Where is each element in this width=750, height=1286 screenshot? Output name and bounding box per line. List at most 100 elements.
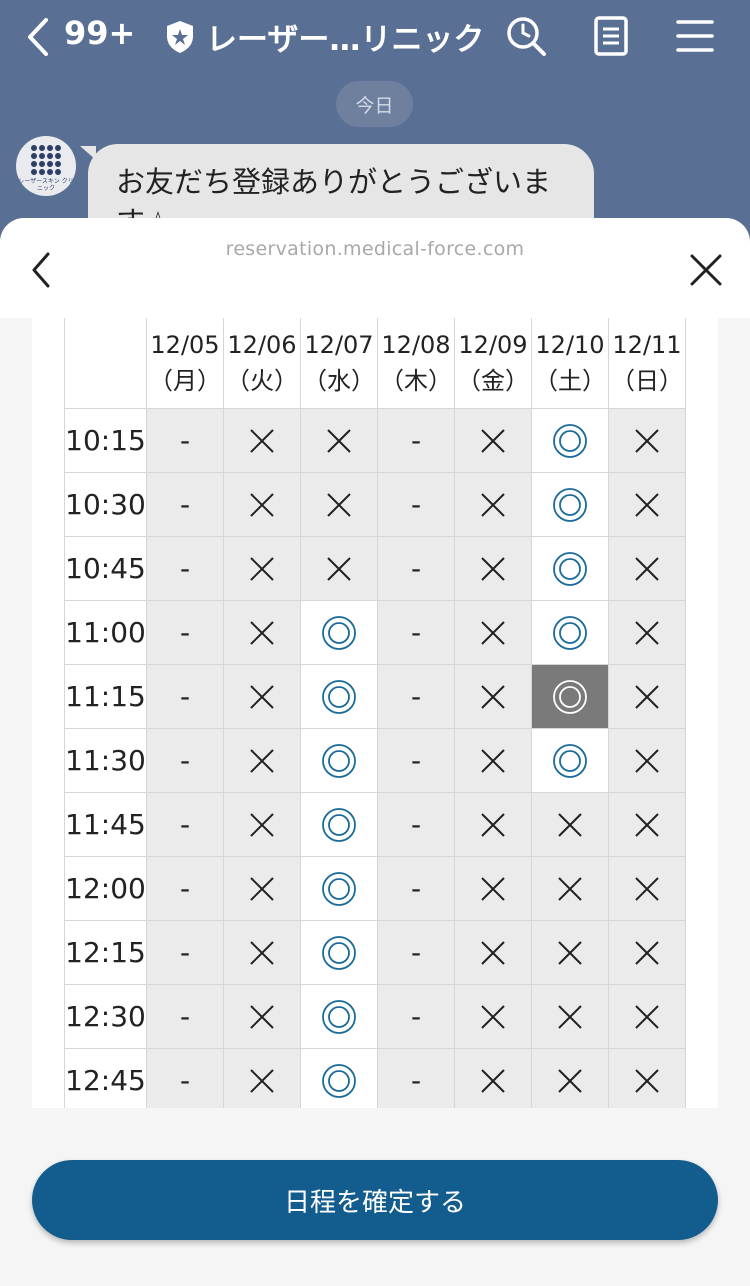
table-row: 11:45- - — [64, 792, 686, 857]
reservation-content[interactable]: 12/05 （月） 12/06 （火） 12/07 （水） 12/08 （木） 12/09 （金）… — [32, 318, 718, 1108]
url-label: reservation.medical-force.com — [225, 238, 525, 260]
table-row: 10:30- - — [64, 472, 686, 537]
slot-available[interactable] — [300, 792, 378, 857]
menu-icon[interactable] — [674, 14, 718, 58]
shield-icon — [167, 20, 193, 53]
day-weekday: （木） — [380, 367, 452, 395]
slot-available[interactable] — [300, 984, 378, 1049]
dash-mark: - — [410, 680, 422, 713]
search-icon[interactable] — [504, 14, 548, 58]
back-chevron-icon[interactable] — [22, 16, 56, 58]
slot-unavailable — [608, 536, 686, 601]
day-header: 12/07 （水） — [300, 318, 378, 409]
cross-icon — [250, 556, 274, 581]
cross-icon — [635, 684, 659, 709]
slot-closed: - — [377, 920, 455, 985]
slot-available[interactable] — [531, 728, 609, 793]
table-row: 12:45- - — [64, 1048, 686, 1108]
cross-icon — [327, 428, 351, 453]
slot-unavailable — [223, 600, 301, 665]
dash-mark: - — [179, 1000, 191, 1033]
dash-mark: - — [179, 616, 191, 649]
dash-mark: - — [410, 424, 422, 457]
dash-mark: - — [179, 872, 191, 905]
cross-icon — [250, 492, 274, 517]
dash-mark: - — [179, 552, 191, 585]
dash-mark: - — [179, 936, 191, 969]
logo-dots — [31, 145, 61, 175]
cross-icon — [481, 940, 505, 965]
slot-unavailable — [531, 856, 609, 921]
unread-count[interactable]: 99+ — [64, 14, 135, 52]
slot-closed: - — [377, 408, 455, 473]
slot-unavailable — [454, 920, 532, 985]
day-date: 12/09 — [458, 331, 528, 359]
slot-unavailable — [608, 792, 686, 857]
cross-icon — [635, 812, 659, 837]
time-label: 11:30 — [64, 728, 147, 793]
cross-icon — [635, 620, 659, 645]
avatar[interactable]: レーザースキン クリニック — [16, 136, 76, 196]
day-weekday: （月） — [149, 367, 221, 395]
slot-available[interactable] — [531, 472, 609, 537]
dash-mark: - — [410, 488, 422, 521]
slot-unavailable — [608, 728, 686, 793]
double-circle-icon — [553, 423, 587, 458]
slot-closed: - — [146, 536, 224, 601]
dash-mark: - — [410, 872, 422, 905]
slot-available[interactable] — [300, 1048, 378, 1108]
slot-available[interactable] — [300, 920, 378, 985]
slot-unavailable — [454, 792, 532, 857]
slot-available[interactable] — [300, 664, 378, 729]
table-row: 10:15- - — [64, 408, 686, 473]
cross-icon — [481, 492, 505, 517]
slot-unavailable — [454, 600, 532, 665]
slot-closed: - — [377, 856, 455, 921]
room-title-group[interactable]: レーザー…リニック — [166, 14, 484, 59]
slot-closed: - — [377, 600, 455, 665]
slot-closed: - — [377, 664, 455, 729]
slot-available[interactable] — [531, 408, 609, 473]
cross-icon — [635, 748, 659, 773]
slot-unavailable — [300, 536, 378, 601]
note-icon[interactable] — [590, 14, 634, 58]
slot-unavailable — [454, 984, 532, 1049]
slot-unavailable — [454, 472, 532, 537]
chat-header: 99+ レーザー…リニック — [0, 0, 750, 75]
slot-unavailable — [223, 728, 301, 793]
slot-available[interactable] — [531, 600, 609, 665]
double-circle-icon — [322, 743, 356, 778]
back-chevron-icon[interactable] — [26, 248, 56, 292]
day-date: 12/11 — [612, 331, 682, 359]
cross-icon — [481, 556, 505, 581]
slot-available[interactable] — [300, 728, 378, 793]
double-circle-icon — [553, 615, 587, 650]
slot-unavailable — [531, 984, 609, 1049]
slot-unavailable — [608, 856, 686, 921]
slot-selected[interactable] — [531, 664, 609, 729]
slot-closed: - — [377, 1048, 455, 1108]
close-icon[interactable] — [688, 252, 724, 288]
time-label: 11:15 — [64, 664, 147, 729]
slot-closed: - — [146, 472, 224, 537]
table-row: 10:45- - — [64, 536, 686, 601]
slot-unavailable — [300, 408, 378, 473]
slot-closed: - — [146, 984, 224, 1049]
day-weekday: （水） — [303, 367, 375, 395]
cross-icon — [481, 684, 505, 709]
slot-unavailable — [454, 1048, 532, 1108]
day-header: 12/10 （土） — [531, 318, 609, 409]
cross-icon — [558, 1004, 582, 1029]
double-circle-icon — [553, 551, 587, 586]
slot-unavailable — [608, 408, 686, 473]
day-weekday: （火） — [226, 367, 298, 395]
slot-available[interactable] — [300, 856, 378, 921]
cross-icon — [327, 556, 351, 581]
slot-available[interactable] — [531, 536, 609, 601]
schedule-header-row: 12/05 （月） 12/06 （火） 12/07 （水） 12/08 （木） 12/09 （金）… — [64, 318, 686, 409]
slot-available[interactable] — [300, 600, 378, 665]
confirm-schedule-button[interactable]: 日程を確定する — [32, 1160, 718, 1240]
slot-unavailable — [608, 920, 686, 985]
slot-closed: - — [377, 472, 455, 537]
slot-unavailable — [223, 920, 301, 985]
